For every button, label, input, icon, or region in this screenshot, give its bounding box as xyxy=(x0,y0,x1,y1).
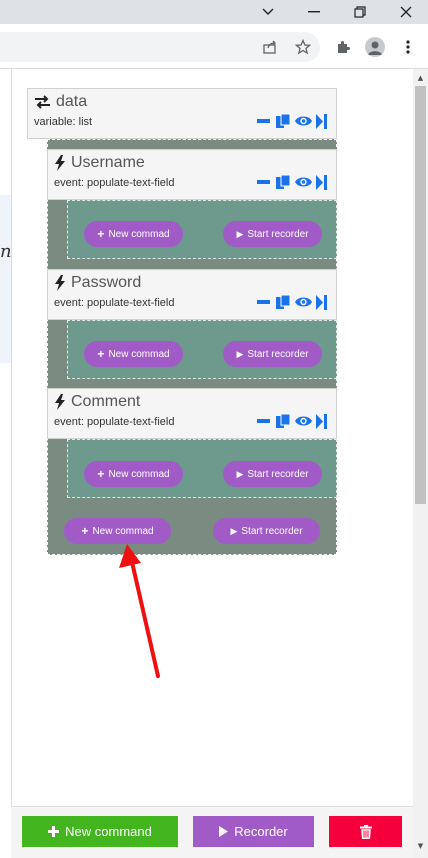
star-icon[interactable] xyxy=(292,36,314,58)
close-button[interactable] xyxy=(391,0,421,24)
new-command-button[interactable]: New command xyxy=(22,816,178,847)
start-recorder-button[interactable]: ▶ Start recorder xyxy=(223,341,322,367)
new-commad-button[interactable]: + New commad xyxy=(84,461,183,487)
block-subtitle: event: populate-text-field xyxy=(54,416,175,428)
button-label: New commad xyxy=(92,525,154,537)
play-icon: ▶ xyxy=(236,468,244,479)
command-area: + New commad ▶ Start recorder xyxy=(67,320,337,379)
play-icon: ▶ xyxy=(230,525,238,536)
command-area: + New commad ▶ Start recorder xyxy=(67,200,337,259)
eye-icon[interactable] xyxy=(294,413,313,429)
plus-icon: + xyxy=(81,524,89,538)
background-text: n xyxy=(0,241,12,262)
step-forward-icon[interactable] xyxy=(316,294,327,310)
browser-toolbar xyxy=(0,24,428,69)
eye-icon[interactable] xyxy=(294,294,313,310)
block-title: Username xyxy=(71,154,145,171)
delete-button[interactable] xyxy=(329,816,402,847)
new-commad-button[interactable]: + New commad xyxy=(84,341,183,367)
trash-icon xyxy=(359,824,372,839)
bolt-icon xyxy=(54,394,66,410)
share-icon[interactable] xyxy=(259,36,281,58)
scroll-up-icon[interactable]: ▲ xyxy=(415,72,426,84)
block-subtitle: event: populate-text-field xyxy=(54,177,175,189)
button-label: Start recorder xyxy=(247,348,309,360)
collapse-icon[interactable] xyxy=(257,294,272,310)
command-area: + New commad ▶ Start recorder xyxy=(67,439,337,498)
plus-icon xyxy=(48,826,60,837)
eye-icon[interactable] xyxy=(294,174,313,190)
scrollbar-thumb[interactable] xyxy=(415,86,426,504)
button-label: Recorder xyxy=(234,824,288,839)
plus-icon: + xyxy=(97,227,105,241)
event-block-header[interactable]: Password event: populate-text-field xyxy=(47,269,337,320)
copy-icon[interactable] xyxy=(275,174,291,190)
recorder-button[interactable]: Recorder xyxy=(193,816,314,847)
play-icon: ▶ xyxy=(236,228,244,239)
play-icon: ▶ xyxy=(236,348,244,359)
block-title: data xyxy=(56,93,88,110)
menu-icon[interactable] xyxy=(397,36,419,58)
scroll-down-icon[interactable]: ▼ xyxy=(415,840,426,852)
button-label: New command xyxy=(65,824,152,839)
collapse-icon[interactable] xyxy=(257,413,272,429)
plus-icon: + xyxy=(97,467,105,481)
step-forward-icon[interactable] xyxy=(316,113,327,129)
restore-button[interactable] xyxy=(345,0,375,24)
block-subtitle: event: populate-text-field xyxy=(54,297,175,309)
event-block-header[interactable]: Comment event: populate-text-field xyxy=(47,388,337,439)
button-label: New commad xyxy=(108,468,170,480)
button-label: Start recorder xyxy=(247,228,309,240)
copy-icon[interactable] xyxy=(275,113,291,129)
start-recorder-button[interactable]: ▶ Start recorder xyxy=(213,518,320,544)
plus-icon: + xyxy=(97,347,105,361)
start-recorder-button[interactable]: ▶ Start recorder xyxy=(223,221,322,247)
profile-icon[interactable] xyxy=(365,37,385,57)
data-block-header[interactable]: data variable: list xyxy=(27,88,337,139)
copy-icon[interactable] xyxy=(275,294,291,310)
button-label: New commad xyxy=(108,348,170,360)
start-recorder-button[interactable]: ▶ Start recorder xyxy=(223,461,322,487)
step-forward-icon[interactable] xyxy=(316,413,327,429)
background-panel xyxy=(0,195,11,363)
block-title: Comment xyxy=(71,393,141,410)
bolt-icon xyxy=(54,155,66,171)
copy-icon[interactable] xyxy=(275,413,291,429)
background-page: n xyxy=(0,69,12,858)
window-titlebar xyxy=(0,0,428,24)
button-label: Start recorder xyxy=(247,468,309,480)
collapse-icon[interactable] xyxy=(257,174,272,190)
chevron-down-icon[interactable] xyxy=(253,0,283,24)
bolt-icon xyxy=(54,275,66,291)
puzzle-icon[interactable] xyxy=(332,36,354,58)
button-label: New commad xyxy=(108,228,170,240)
play-icon xyxy=(219,826,229,837)
event-block-header[interactable]: Username event: populate-text-field xyxy=(47,149,337,200)
block-subtitle: variable: list xyxy=(34,116,93,128)
swap-arrows-icon xyxy=(34,95,51,109)
collapse-icon[interactable] xyxy=(257,113,272,129)
new-commad-button[interactable]: + New commad xyxy=(84,221,183,247)
annotation-arrow-icon xyxy=(119,544,160,678)
eye-icon[interactable] xyxy=(294,113,313,129)
block-title: Password xyxy=(71,274,142,291)
minimize-button[interactable] xyxy=(299,0,329,24)
button-label: Start recorder xyxy=(241,525,303,537)
step-forward-icon[interactable] xyxy=(316,174,327,190)
